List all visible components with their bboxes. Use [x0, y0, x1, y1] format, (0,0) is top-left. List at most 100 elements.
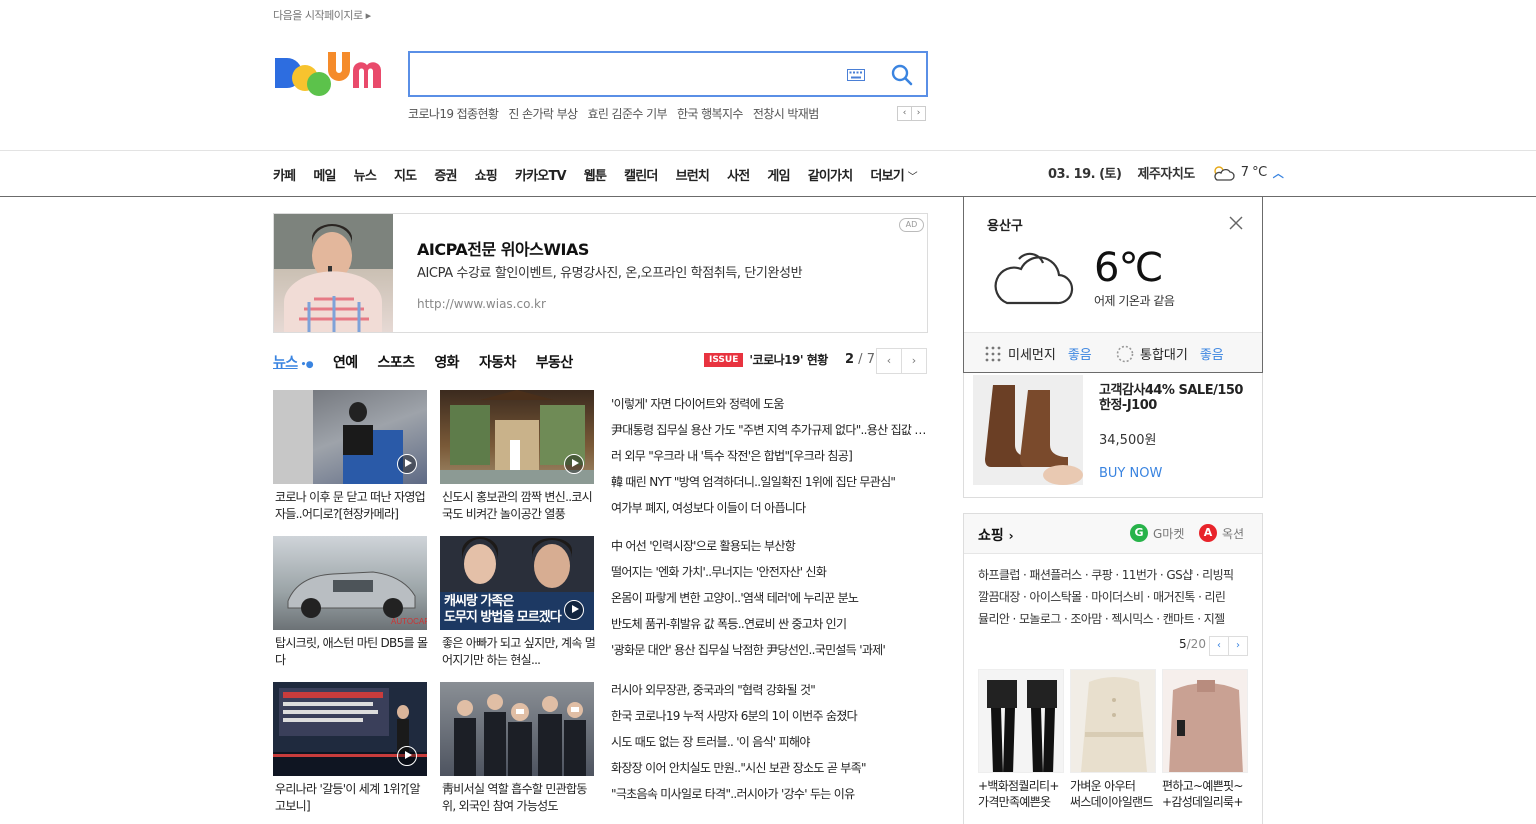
nav-calendar[interactable]: 캘린더 — [624, 165, 658, 184]
nav-news[interactable]: 뉴스 — [354, 165, 377, 184]
close-icon[interactable] — [1229, 216, 1243, 230]
set-homepage-link[interactable]: 다음을 시작페이지로 ▸ — [273, 7, 371, 23]
headline-item[interactable]: 러시아 외무장관, 중국과의 "협력 강화될 것" — [611, 677, 927, 703]
daum-logo[interactable] — [273, 48, 389, 98]
issue-link[interactable]: ISSUE '코로나19' 현황 — [704, 351, 828, 368]
issue-badge: ISSUE — [704, 352, 744, 367]
headline-item[interactable]: '이렇게' 자면 다이어트와 정력에 도움 — [611, 391, 927, 417]
trend-keyword[interactable]: 코로나19 접종현황 — [408, 105, 499, 122]
shop-prev-button[interactable]: ‹ — [1209, 636, 1229, 656]
thumb-image: AUTOCAR — [287, 571, 427, 626]
ad-url[interactable]: http://www.wias.co.kr — [417, 297, 546, 311]
news-thumb-caption[interactable]: 우리나라 '갈등'이 세계 1위?[알고보니] — [275, 781, 429, 815]
news-thumb[interactable] — [440, 390, 594, 484]
search-icon[interactable] — [891, 64, 913, 86]
nav-together[interactable]: 같이가치 — [808, 165, 853, 184]
trend-keyword[interactable]: 한국 행복지수 — [677, 105, 743, 122]
nav-game[interactable]: 게임 — [767, 165, 790, 184]
nav-stock[interactable]: 증권 — [434, 165, 457, 184]
headline-item[interactable]: 여가부 폐지, 여성보다 이들이 더 아픕니다 — [611, 495, 927, 521]
fine-dust-icon — [985, 346, 1001, 361]
news-thumb-caption[interactable]: 신도시 홍보관의 깜짝 변신..코시국도 비켜간 놀이공간 열풍 — [442, 489, 596, 523]
headline-item[interactable]: 中 어선 '인력시장'으로 활용되는 부산항 — [611, 533, 927, 559]
news-thumb[interactable] — [440, 682, 594, 776]
leggings-illustration — [979, 670, 1063, 772]
tab-news[interactable]: 뉴스 •● — [273, 352, 314, 372]
shopping-pager-buttons: ‹ › — [1209, 636, 1248, 656]
blouse-illustration — [1163, 670, 1247, 772]
trend-keyword[interactable]: 효린 김준수 기부 — [587, 105, 667, 122]
nav-more[interactable]: 더보기 ﹀ — [870, 165, 917, 184]
auction-link[interactable]: A 옥션 — [1199, 524, 1244, 542]
headline-item[interactable]: 시도 때도 없는 장 트러블.. '이 음식' 피해야 — [611, 729, 927, 755]
nav-webtoon[interactable]: 웹툰 — [584, 165, 607, 184]
news-next-button[interactable]: › — [901, 348, 927, 374]
headline-list: 러시아 외무장관, 중국과의 "협력 강화될 것" 한국 코로나19 누적 사망… — [611, 677, 927, 807]
tab-car[interactable]: 자동차 — [479, 352, 516, 372]
headline-item[interactable]: '광화문 대안' 용산 집무실 낙점한 尹당선인..국민설득 '과제' — [611, 637, 927, 663]
ad-banner[interactable]: AICPA전문 위아스WIAS AICPA 수강료 할인이벤트, 유명강사진, … — [273, 213, 928, 333]
news-thumb[interactable] — [273, 682, 427, 776]
nav-kakaotv[interactable]: 카카오TV — [515, 165, 567, 184]
headline-item[interactable]: 러 외무 "우크라 내 '특수 작전'은 합법"[우크라 침공] — [611, 443, 927, 469]
headline-item[interactable]: 한국 코로나19 누적 사망자 6분의 1이 이번주 숨졌다 — [611, 703, 927, 729]
fine-dust[interactable]: 미세먼지 좋음 — [984, 344, 1092, 363]
weather-location[interactable]: 용산구 — [987, 215, 1023, 234]
chevron-up-icon[interactable]: ︿ — [1273, 165, 1284, 181]
headline-item[interactable]: 온몸이 파랗게 변한 고양이..'염색 테러'에 누리꾼 분노 — [611, 585, 927, 611]
news-thumb[interactable]: 캐씨랑 가족은 도무지 방법을 모르겠다 — [440, 536, 594, 630]
nav-map[interactable]: 지도 — [394, 165, 417, 184]
news-thumb-caption[interactable]: 좋은 아빠가 되고 싶지만, 계속 멀어지기만 하는 현실... — [442, 635, 596, 669]
news-thumb-caption[interactable]: 靑비서실 역할 흡수할 민관합동위, 외국인 참여 가능성도 — [442, 781, 596, 815]
nav-shopping[interactable]: 쇼핑 — [475, 165, 498, 184]
mall-link-row[interactable]: 깔끔대장 · 아이스탁몰 · 마이더스비 · 매거진톡 · 리린 — [978, 586, 1254, 608]
shopping-item[interactable]: 편하고~예쁜핏~ +감성데일리룩+ — [1162, 669, 1248, 810]
news-thumb-caption[interactable]: 코로나 이후 문 닫고 떠난 자영업자들..어디로?[현장카메라] — [275, 489, 429, 523]
nav-dictionary[interactable]: 사전 — [727, 165, 750, 184]
headline-item[interactable]: 반도체 품귀-휘발유 값 폭등..연료비 싼 중고차 인기 — [611, 611, 927, 637]
trend-prev-button[interactable]: ‹ — [897, 106, 912, 121]
headline-list: 中 어선 '인력시장'으로 활용되는 부산항 떨어지는 '엔화 가치'..무너지… — [611, 533, 927, 663]
ad-description[interactable]: AICPA 수강료 할인이벤트, 유명강사진, 온,오프라인 학점취득, 단기완… — [417, 262, 803, 281]
mall-link-row[interactable]: 뮬리안 · 모놀로그 · 조아맘 · 젝시믹스 · 캔마트 · 지젤 — [978, 608, 1254, 630]
tab-movie[interactable]: 영화 — [434, 352, 459, 372]
headline-item[interactable]: 尹대통령 집무실 용산 가도 "주변 지역 추가규제 없다"..용산 집값 들썩 — [611, 417, 927, 443]
headline-item[interactable]: 韓 때린 NYT "방역 엄격하더니..일일확진 1위에 집단 무관심" — [611, 469, 927, 495]
nav-brunch[interactable]: 브런치 — [676, 165, 710, 184]
news-thumb[interactable] — [273, 390, 427, 484]
product-title[interactable]: 고객감사44% SALE/150한정-J100 — [1099, 383, 1254, 413]
nav-mail[interactable]: 메일 — [313, 165, 336, 184]
buy-now-link[interactable]: BUY NOW — [1099, 466, 1162, 481]
keyboard-icon[interactable] — [847, 69, 865, 81]
news-thumb[interactable]: AUTOCAR — [273, 536, 427, 630]
trend-keyword[interactable]: 전창시 박재범 — [753, 105, 819, 122]
tab-entertainment[interactable]: 연예 — [333, 352, 358, 372]
news-thumb-caption[interactable]: 탑시크릿, 애스턴 마틴 DB5를 몰다 — [275, 635, 429, 669]
shopping-item-image — [1162, 669, 1248, 773]
ad-title[interactable]: AICPA전문 위아스WIAS — [417, 236, 589, 260]
headline-item[interactable]: 떨어지는 '엔화 가치'..무너지는 '안전자산' 신화 — [611, 559, 927, 585]
integrated-air[interactable]: 통합대기 좋음 — [1116, 344, 1224, 363]
product-ad[interactable]: 고객감사44% SALE/150한정-J100 34,500원 BUY NOW — [963, 373, 1263, 498]
tab-realestate[interactable]: 부동산 — [536, 352, 573, 372]
trend-nav: ‹ › — [897, 106, 926, 121]
shopping-item-name: +백화점퀄리티+ 가격만족예쁜옷 — [978, 778, 1064, 810]
shop-next-button[interactable]: › — [1228, 636, 1248, 656]
shopping-item[interactable]: +백화점퀄리티+ 가격만족예쁜옷 — [978, 669, 1064, 810]
shopping-title[interactable]: 쇼핑 › — [978, 525, 1014, 545]
nav-cafe[interactable]: 카페 — [273, 165, 296, 184]
shopping-item[interactable]: 가벼운 아우터 써스데이아일랜드 — [1070, 669, 1156, 810]
headline-item[interactable]: "극초음속 미사일로 타격"..러시아가 '강수' 두는 이유 — [611, 781, 927, 807]
mall-link-row[interactable]: 하프클럽 · 패션플러스 · 쿠팡 · 11번가 · GS샵 · 리빙픽 — [978, 564, 1254, 586]
tab-sports[interactable]: 스포츠 — [378, 352, 415, 372]
ad-badge[interactable]: AD — [899, 218, 924, 232]
weather-summary[interactable]: 03. 19. (토) 제주자치도 7 °C ︿ — [1048, 163, 1284, 182]
trend-next-button[interactable]: › — [911, 106, 926, 121]
trend-keyword[interactable]: 진 손가락 부상 — [508, 105, 578, 122]
news-prev-button[interactable]: ‹ — [876, 348, 902, 374]
cloudy-icon — [994, 252, 1074, 305]
gmarket-link[interactable]: G G마켓 — [1130, 524, 1184, 542]
headline-item[interactable]: 화장장 이어 안치실도 만원.."시신 보관 장소도 곧 부족" — [611, 755, 927, 781]
region-text: 제주자치도 — [1137, 167, 1195, 182]
search-input[interactable] — [420, 61, 840, 87]
